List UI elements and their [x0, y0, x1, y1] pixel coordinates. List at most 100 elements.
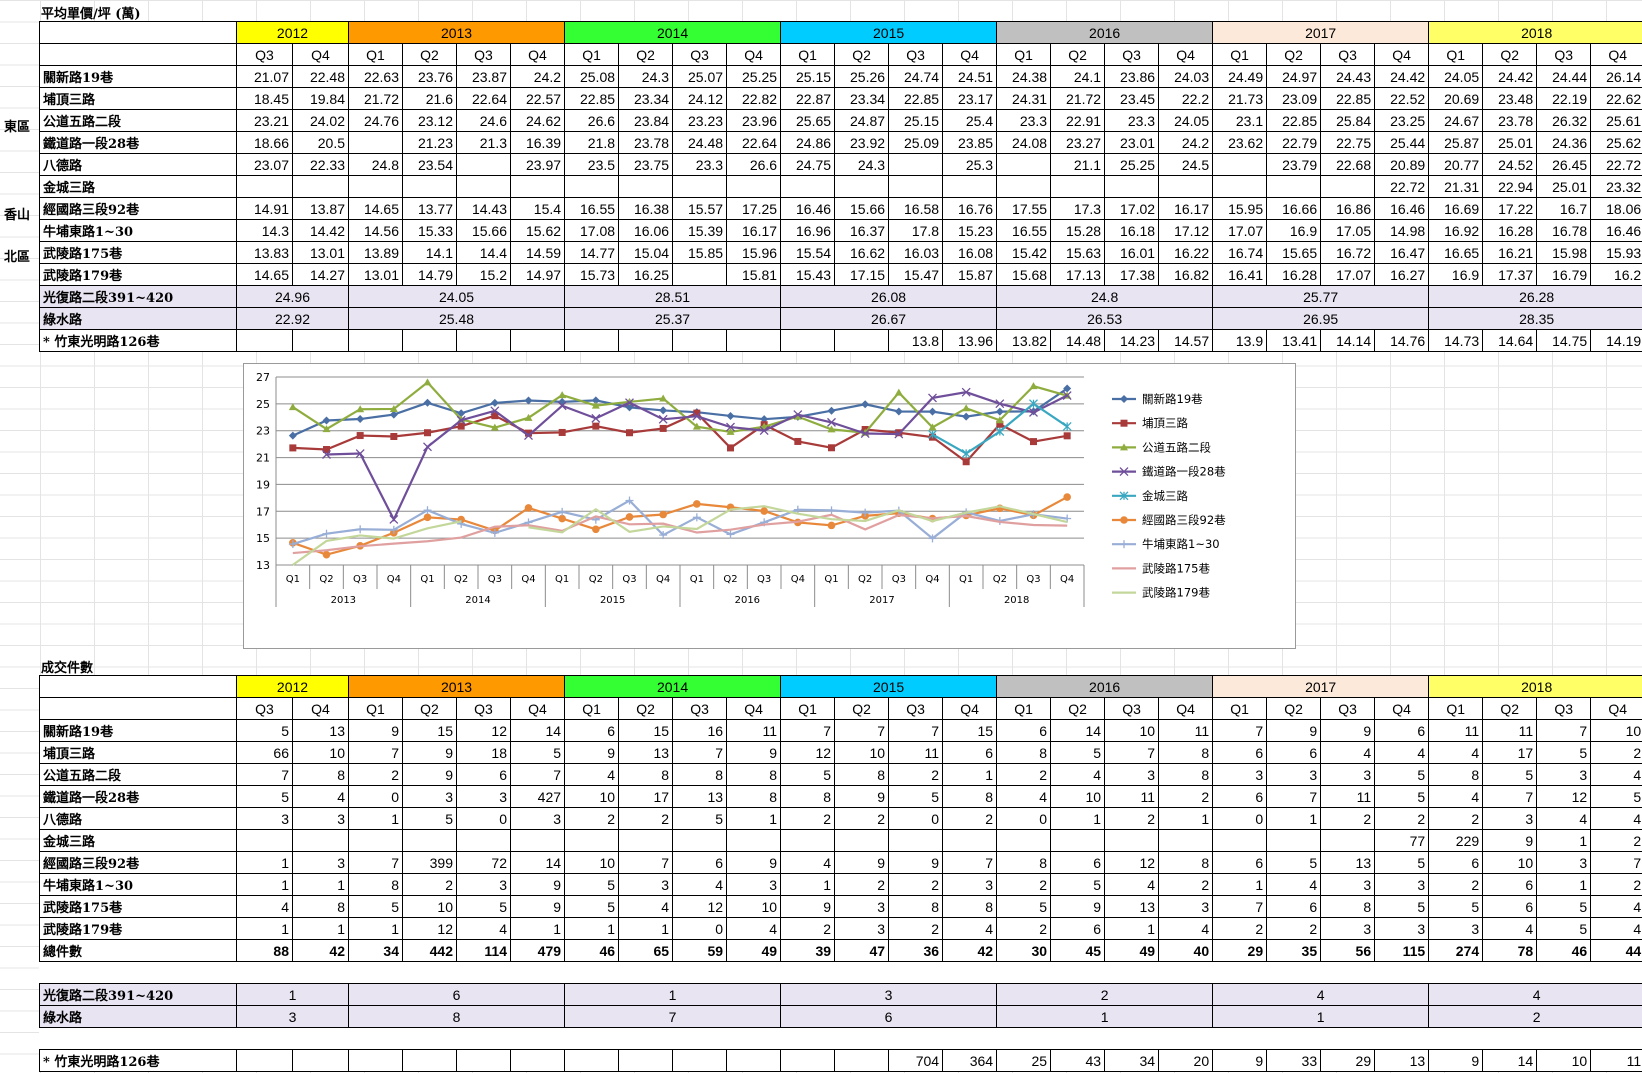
value-cell[interactable]: 17.07 — [1320, 263, 1376, 286]
value-cell[interactable] — [1266, 175, 1322, 198]
value-cell[interactable]: 22.82 — [726, 87, 782, 110]
yearly-value-cell[interactable]: 1 — [236, 983, 349, 1006]
value-cell[interactable]: 25.87 — [1428, 131, 1484, 154]
row-label[interactable]: 綠水路 — [39, 307, 237, 330]
value-cell[interactable]: 16.72 — [1320, 241, 1376, 264]
value-cell[interactable]: 399 — [402, 851, 457, 874]
value-cell[interactable] — [292, 1049, 349, 1072]
value-cell[interactable]: 22.62 — [1590, 87, 1642, 110]
value-cell[interactable]: 14.76 — [1374, 329, 1430, 352]
value-cell[interactable]: 4 — [1050, 763, 1106, 786]
value-cell[interactable]: 13 — [1320, 851, 1376, 874]
value-cell[interactable]: 3 — [1536, 851, 1592, 874]
value-cell[interactable]: 23.85 — [942, 131, 998, 154]
value-cell[interactable]: 16.58 — [888, 197, 944, 220]
value-cell[interactable]: 5 — [1374, 763, 1430, 786]
value-cell[interactable]: 10 — [1482, 851, 1538, 874]
value-cell[interactable]: 2 — [1158, 785, 1214, 808]
value-cell[interactable]: 8 — [618, 763, 674, 786]
value-cell[interactable]: 47 — [834, 939, 890, 962]
value-cell[interactable] — [1158, 175, 1214, 198]
value-cell[interactable]: 16.21 — [1482, 241, 1538, 264]
value-cell[interactable]: 15.66 — [834, 197, 890, 220]
year-header-2015[interactable]: 2015 — [780, 675, 998, 698]
value-cell[interactable]: 33 — [1266, 1049, 1322, 1072]
value-cell[interactable] — [564, 829, 620, 852]
value-cell[interactable]: 11 — [1590, 1049, 1642, 1072]
quarter-header[interactable]: Q4 — [1590, 43, 1642, 66]
row-label[interactable]: 武陵路175巷 — [39, 241, 237, 264]
value-cell[interactable]: 7 — [1212, 895, 1268, 918]
value-cell[interactable]: 24.43 — [1320, 65, 1376, 88]
value-cell[interactable]: 5 — [1050, 741, 1106, 764]
value-cell[interactable]: 2 — [1428, 807, 1484, 830]
value-cell[interactable]: 13 — [1374, 1049, 1430, 1072]
value-cell[interactable]: 18.06 — [1590, 197, 1642, 220]
value-cell[interactable] — [726, 1049, 782, 1072]
value-cell[interactable]: 12 — [1536, 785, 1592, 808]
value-cell[interactable]: 23.5 — [564, 153, 620, 176]
value-cell[interactable] — [1050, 829, 1106, 852]
yearly-value-cell[interactable]: 24.8 — [996, 285, 1214, 308]
value-cell[interactable] — [780, 329, 836, 352]
value-cell[interactable]: 6 — [996, 719, 1052, 742]
value-cell[interactable]: 2 — [1590, 741, 1642, 764]
value-cell[interactable]: 13.01 — [292, 241, 349, 264]
value-cell[interactable]: 17.15 — [834, 263, 890, 286]
value-cell[interactable]: 24.08 — [996, 131, 1052, 154]
value-cell[interactable]: 8 — [1158, 851, 1214, 874]
value-cell[interactable] — [1320, 175, 1376, 198]
value-cell[interactable]: 6 — [1212, 851, 1268, 874]
value-cell[interactable]: 8 — [996, 851, 1052, 874]
value-cell[interactable]: 10 — [292, 741, 349, 764]
blank-row[interactable] — [40, 1028, 1642, 1050]
value-cell[interactable]: 22.64 — [726, 131, 782, 154]
value-cell[interactable]: 6 — [1050, 917, 1106, 940]
value-cell[interactable]: 11 — [1158, 719, 1214, 742]
value-cell[interactable]: 15.98 — [1536, 241, 1592, 264]
value-cell[interactable]: 42 — [292, 939, 349, 962]
value-cell[interactable]: 3 — [834, 917, 890, 940]
value-cell[interactable]: 3 — [236, 807, 293, 830]
value-cell[interactable]: 4 — [1428, 741, 1484, 764]
value-cell[interactable] — [456, 153, 511, 176]
value-cell[interactable]: 2 — [888, 917, 944, 940]
value-cell[interactable]: 23.87 — [456, 65, 511, 88]
value-cell[interactable]: 34 — [1104, 1049, 1160, 1072]
value-cell[interactable]: 14.14 — [1320, 329, 1376, 352]
value-cell[interactable]: 2 — [834, 873, 890, 896]
value-cell[interactable]: 17.37 — [1482, 263, 1538, 286]
value-cell[interactable]: 24.44 — [1536, 65, 1592, 88]
value-cell[interactable]: 7 — [780, 719, 836, 742]
value-cell[interactable]: 4 — [456, 917, 511, 940]
value-cell[interactable]: 16.69 — [1428, 197, 1484, 220]
value-cell[interactable]: 9 — [564, 741, 620, 764]
value-cell[interactable] — [564, 175, 620, 198]
value-cell[interactable]: 23.54 — [402, 153, 457, 176]
value-cell[interactable] — [672, 829, 728, 852]
value-cell[interactable]: 1 — [1266, 807, 1322, 830]
value-cell[interactable] — [402, 829, 457, 852]
value-cell[interactable] — [672, 1049, 728, 1072]
row-label[interactable]: 經國路三段92巷 — [39, 197, 237, 220]
header-corner[interactable] — [39, 697, 237, 720]
value-cell[interactable]: 14.98 — [1374, 219, 1430, 242]
value-cell[interactable]: 24.05 — [1428, 65, 1484, 88]
row-label[interactable]: * 竹東光明路126巷 — [39, 329, 237, 352]
value-cell[interactable]: 1 — [1158, 807, 1214, 830]
value-cell[interactable]: 3 — [1320, 763, 1376, 786]
value-cell[interactable]: 21.72 — [1050, 87, 1106, 110]
value-cell[interactable]: 1 — [618, 917, 674, 940]
value-cell[interactable]: 8 — [1158, 763, 1214, 786]
quarter-header[interactable]: Q1 — [996, 697, 1052, 720]
value-cell[interactable]: 8 — [780, 785, 836, 808]
value-cell[interactable]: 2 — [1158, 873, 1214, 896]
yearly-value-cell[interactable]: 26.08 — [780, 285, 998, 308]
value-cell[interactable]: 24.87 — [834, 109, 890, 132]
value-cell[interactable]: 6 — [1266, 741, 1322, 764]
value-cell[interactable]: 25.44 — [1374, 131, 1430, 154]
yearly-value-cell[interactable]: 25.48 — [347, 307, 566, 330]
value-cell[interactable]: 4 — [618, 895, 674, 918]
value-cell[interactable]: 45 — [1050, 939, 1106, 962]
value-cell[interactable]: 5 — [236, 719, 293, 742]
